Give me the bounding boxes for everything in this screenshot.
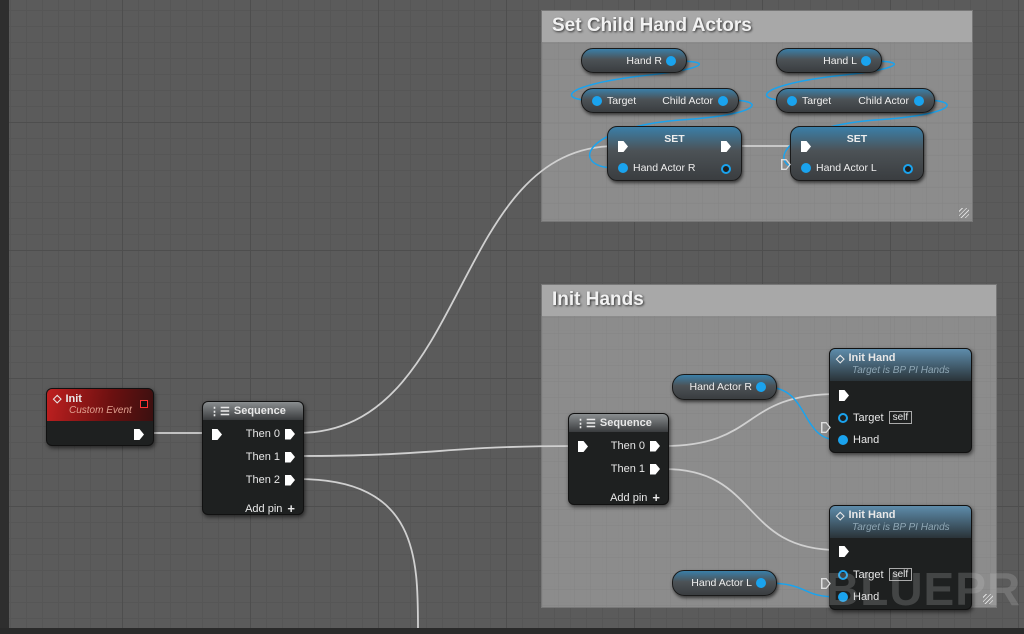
exec-in-pin[interactable] [578,441,588,452]
exec-wire [297,478,419,634]
pin-label: Then 1 [245,451,280,463]
exec-in-pin[interactable] [839,546,849,557]
var-label: Hand Actor L [691,577,752,589]
data-out-pin[interactable] [666,55,676,66]
add-pin-button[interactable]: Add pin + [610,490,660,505]
node-title: Init Hand [848,509,896,521]
pin-label: Then 1 [610,463,645,475]
bottom-edge [0,628,1024,634]
sequence-icon: ⋮☰ [209,405,230,418]
exec-wire [663,393,839,447]
pin-label: Then 0 [245,428,280,440]
exec-out-pin[interactable] [821,422,831,433]
exec-out-pin[interactable] [285,428,295,440]
node-subtitle: Target is BP PI Hands [852,522,950,533]
hand-l-getter[interactable]: Hand L [776,48,882,73]
exec-out-pin[interactable] [650,440,660,452]
node-subtitle: Target is BP PI Hands [852,365,950,376]
set-hand-actor-l-node[interactable]: SET Hand Actor L [790,126,924,181]
delegate-pin-icon[interactable] [140,400,148,408]
sequence-icon: ⋮☰ [575,417,596,430]
sequence-node[interactable]: ⋮☰ Sequence Then 0 Then 1 Then 2 Add pin + [202,401,304,516]
pin-label: Then 0 [610,440,645,452]
plus-icon: + [652,490,660,505]
node-title: Init [65,392,82,405]
hand-pin[interactable] [838,435,848,445]
pin-label: Hand Actor R [633,162,696,174]
set-hand-actor-r-node[interactable]: SET Hand Actor R [607,126,742,181]
data-out-pin[interactable] [861,55,871,66]
data-out-pin[interactable] [914,95,924,106]
data-out-pin[interactable] [903,164,913,174]
add-pin-label: Add pin [610,491,648,504]
function-diamond-icon: ◇ [836,353,845,365]
add-pin-label: Add pin [245,502,283,515]
data-in-pin[interactable] [618,163,628,173]
child-actor-getter-r[interactable]: Target Child Actor [581,88,739,113]
child-actor-getter-l[interactable]: Target Child Actor [776,88,935,113]
exec-wire [297,145,617,434]
init-custom-event-node[interactable]: ◇ Init Custom Event [46,388,154,446]
sequence-node[interactable]: ⋮☰ Sequence Then 0 Then 1 Add pin + [568,413,669,505]
target-in-pin[interactable] [592,95,602,106]
data-out-pin[interactable] [756,382,766,392]
exec-in-pin[interactable] [839,390,849,401]
hand-actor-l-getter[interactable]: Hand Actor L [672,570,777,596]
node-title: SET [846,133,868,145]
init-hand-node-r[interactable]: ◇ Init Hand Target is BP PI Hands Target s… [829,348,972,453]
data-out-pin[interactable] [721,164,731,174]
node-title: Sequence [233,405,286,417]
exec-out-pin[interactable] [134,429,144,440]
exec-out-pin[interactable] [650,463,660,475]
function-diamond-icon: ◇ [836,510,845,522]
exec-wire [663,468,839,551]
hand-r-getter[interactable]: Hand R [581,48,687,73]
pin-label: Child Actor [858,94,909,107]
exec-in-pin[interactable] [212,429,222,440]
exec-out-pin[interactable] [781,159,791,170]
self-default-value[interactable]: self [888,411,913,424]
var-label: Hand Actor R [689,381,752,393]
pin-label: Hand [853,434,880,446]
data-in-pin[interactable] [801,163,811,173]
pin-label: Hand Actor L [816,162,877,174]
exec-out-pin[interactable] [285,474,295,486]
add-pin-button[interactable]: Add pin + [245,501,295,516]
pin-label: Child Actor [662,94,713,107]
plus-icon: + [287,501,295,516]
node-subtitle: Custom Event [69,405,132,416]
blueprint-watermark: BLUEPRINT [826,563,1024,615]
target-in-pin[interactable] [787,95,797,106]
data-out-pin[interactable] [756,578,766,588]
pin-label: Target [607,94,637,107]
target-pin[interactable] [838,412,848,423]
pin-label: Target [802,94,832,107]
node-title: Init Hand [848,352,896,364]
hand-actor-r-getter[interactable]: Hand Actor R [672,374,777,400]
event-diamond-icon: ◇ [53,393,62,405]
node-title: Sequence [599,417,652,429]
exec-wire [297,445,577,457]
data-out-pin[interactable] [718,95,728,106]
var-label: Hand R [626,54,662,67]
pin-label: Target [853,411,884,424]
pin-label: Then 2 [245,474,280,486]
var-label: Hand L [823,54,857,67]
exec-out-pin[interactable] [285,451,295,463]
